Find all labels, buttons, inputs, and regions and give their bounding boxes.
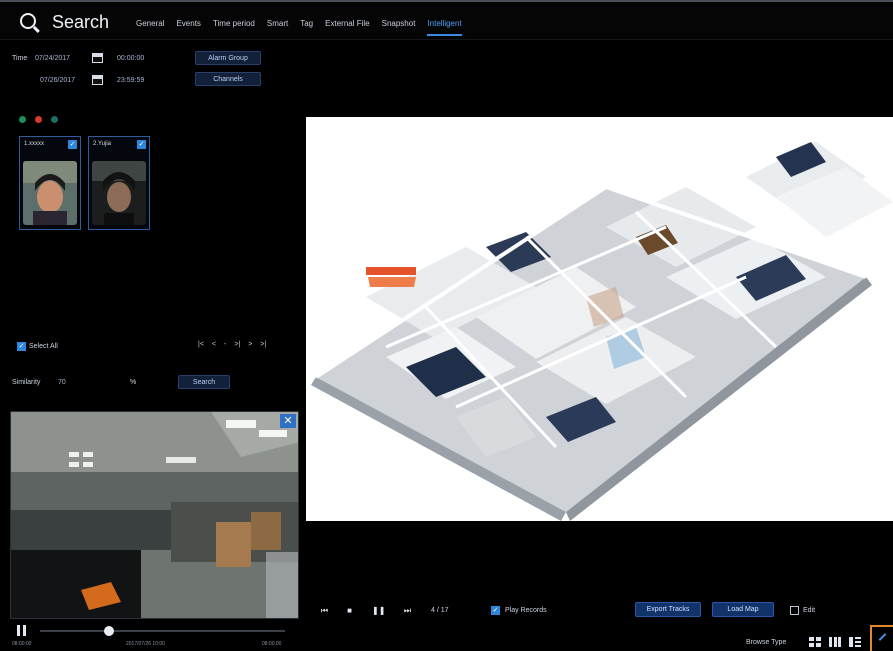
- tab-smart[interactable]: Smart: [267, 19, 288, 36]
- grid-view-icon[interactable]: [809, 637, 821, 647]
- calendar-icon[interactable]: [92, 75, 103, 85]
- search-icon: [20, 13, 36, 29]
- search-button[interactable]: Search: [178, 375, 230, 389]
- last-page-button[interactable]: >|: [260, 341, 266, 348]
- start-date-field[interactable]: 07/24/2017: [35, 55, 70, 62]
- time-current: 2017/07/26 10:00: [126, 641, 165, 647]
- edit-label: Edit: [803, 607, 816, 614]
- skip-forward-icon[interactable]: ⏭: [401, 605, 414, 616]
- column-view-icon[interactable]: [829, 637, 841, 647]
- export-tracks-button[interactable]: Export Tracks: [635, 602, 701, 617]
- time-start: 08:00:00: [12, 641, 32, 647]
- tab-tag[interactable]: Tag: [300, 19, 313, 36]
- status-dot-red[interactable]: [35, 116, 42, 123]
- page-title: Search: [52, 12, 110, 32]
- select-all-checkbox[interactable]: ✓: [17, 342, 26, 351]
- tab-external-file[interactable]: External File: [325, 19, 369, 36]
- browse-type-label: Browse Type: [746, 639, 787, 646]
- face-name: 1.xxxxx: [24, 141, 45, 147]
- face-checkbox[interactable]: ✓: [68, 140, 77, 149]
- load-map-button[interactable]: Load Map: [712, 602, 774, 617]
- tab-intelligent[interactable]: Intelligent: [427, 19, 462, 36]
- face-checkbox[interactable]: ✓: [137, 140, 146, 149]
- page-indicator: -: [224, 341, 227, 348]
- return-icon[interactable]: [870, 625, 893, 651]
- first-page-button[interactable]: |<: [198, 341, 204, 348]
- end-time-field[interactable]: 23:59:59: [117, 77, 144, 84]
- start-time-field[interactable]: 00:00:00: [117, 55, 144, 62]
- top-bar: Search General Events Time period Smart …: [0, 0, 893, 40]
- face-card[interactable]: 2.Yujia ✓: [88, 136, 150, 230]
- face-photo: [23, 161, 77, 225]
- tab-time-period[interactable]: Time period: [213, 19, 255, 36]
- status-dot-teal[interactable]: [51, 116, 58, 123]
- next-page-button[interactable]: >: [248, 341, 252, 348]
- skip-back-icon[interactable]: ⏮: [318, 605, 331, 616]
- time-label: Time: [12, 55, 28, 62]
- edit-checkbox[interactable]: [790, 606, 799, 615]
- select-all-label: Select All: [29, 343, 58, 350]
- floor-plan-image: [306, 117, 893, 521]
- page-jump-button[interactable]: >|: [234, 341, 240, 348]
- time-end: 08:00:00: [262, 641, 282, 647]
- progress-knob[interactable]: [103, 626, 114, 636]
- tab-snapshot[interactable]: Snapshot: [382, 19, 416, 36]
- floor-map[interactable]: [306, 117, 893, 521]
- pause-icon[interactable]: [17, 625, 26, 636]
- tab-bar: General Events Time period Smart Tag Ext…: [136, 19, 462, 36]
- face-card[interactable]: 1.xxxxx ✓: [19, 136, 81, 230]
- progress-track[interactable]: [40, 630, 285, 632]
- similarity-unit: %: [130, 379, 137, 386]
- camera-view: [11, 412, 298, 618]
- status-dot-green[interactable]: [19, 116, 26, 123]
- face-photo: [92, 161, 146, 225]
- tab-general[interactable]: General: [136, 19, 164, 36]
- play-records-label: Play Records: [505, 607, 547, 614]
- close-icon[interactable]: ✕: [280, 414, 296, 428]
- stop-icon[interactable]: ■: [343, 605, 356, 616]
- pager: |< < - >| > >|: [198, 341, 266, 348]
- list-view-icon[interactable]: [849, 637, 861, 647]
- play-records-checkbox[interactable]: ✓: [491, 606, 500, 615]
- face-name: 2.Yujia: [93, 141, 112, 147]
- playback-bar: 08:00:00 2017/07/26 10:00 08:00:00: [10, 620, 299, 651]
- channels-button[interactable]: Channels: [195, 72, 261, 86]
- alarm-group-button[interactable]: Alarm Group: [195, 51, 261, 65]
- end-date-field[interactable]: 07/26/2017: [40, 77, 75, 84]
- track-counter: 4 / 17: [431, 607, 449, 614]
- tab-events[interactable]: Events: [176, 19, 200, 36]
- similarity-input[interactable]: 70: [58, 379, 66, 386]
- video-preview[interactable]: ✕: [10, 411, 299, 619]
- similarity-label: Similarity: [12, 379, 41, 386]
- prev-page-button[interactable]: <: [212, 341, 216, 348]
- pause-icon[interactable]: ❚❚: [372, 605, 385, 616]
- calendar-icon[interactable]: [92, 53, 103, 63]
